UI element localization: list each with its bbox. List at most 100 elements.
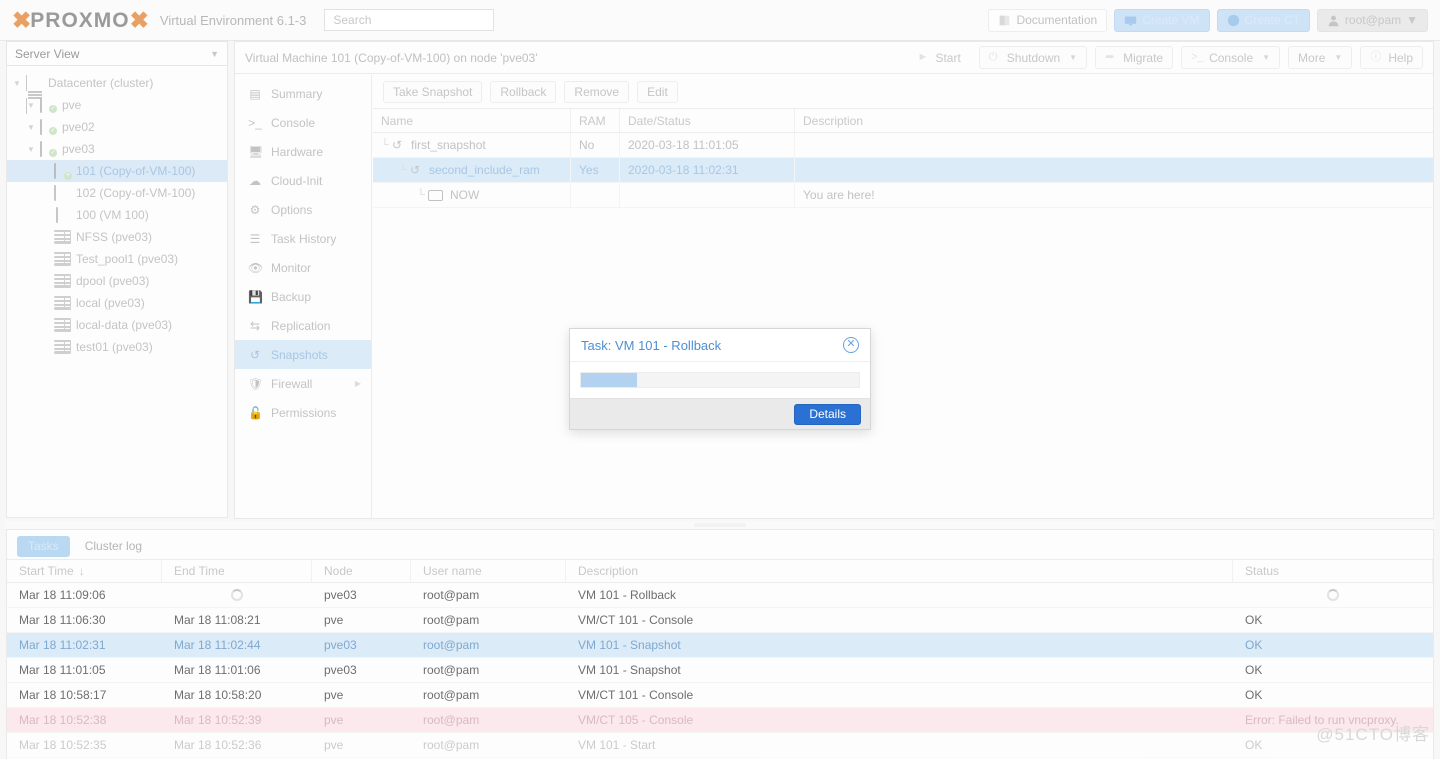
chevron-down-icon[interactable]: ▼ <box>1262 53 1270 62</box>
table-row[interactable]: Mar 18 11:02:31 Mar 18 11:02:44 pve03 root@… <box>7 633 1433 658</box>
nav-item-firewall[interactable]: 🛡 Firewall ▶ <box>235 369 371 398</box>
rollback-icon: ↺ <box>410 163 421 177</box>
column-header-ram[interactable]: RAM <box>571 109 620 132</box>
search-input[interactable]: Search <box>324 9 495 31</box>
column-header-date[interactable]: Date/Status <box>620 109 795 132</box>
create-ct-button[interactable]: Create CT <box>1216 8 1310 32</box>
nav-item-console[interactable]: >_ Console <box>235 108 371 137</box>
nav-item-snapshots[interactable]: ↺ Snapshots <box>235 340 371 369</box>
nav-item-hardware[interactable]: 🖥 Hardware <box>235 137 371 166</box>
documentation-label: Documentation <box>1016 13 1098 27</box>
documentation-button[interactable]: Documentation <box>988 8 1108 32</box>
details-button[interactable]: Details <box>794 403 861 425</box>
table-row[interactable]: Mar 18 10:58:17 Mar 18 10:58:20 pve root@pa… <box>7 683 1433 708</box>
task-start-time: Mar 18 11:06:30 <box>19 613 106 627</box>
splitter-grip[interactable] <box>694 523 746 527</box>
console-button[interactable]: >_ Console ▼ <box>1181 46 1281 69</box>
nav-item-monitor[interactable]: 👁 Monitor <box>235 253 371 282</box>
tree-item-test01-pve03[interactable]: test01 (pve03) <box>7 336 227 358</box>
summary-icon: ▤ <box>249 86 261 101</box>
user-menu-button[interactable]: root@pam ▼ <box>1316 8 1428 32</box>
nav-item-cloud-init[interactable]: ☁ Cloud-Init <box>235 166 371 195</box>
vm-template-icon <box>54 207 71 223</box>
panel-splitter[interactable] <box>6 521 1434 529</box>
column-header-start-time[interactable]: Start Time ↓ <box>7 560 162 582</box>
nav-item-label: Snapshots <box>271 347 328 362</box>
create-vm-button[interactable]: Create VM <box>1114 8 1210 32</box>
nav-item-task-history[interactable]: ☰ Task History <box>235 224 371 253</box>
table-row[interactable]: Mar 18 11:01:05 Mar 18 11:01:06 pve03 root@… <box>7 658 1433 683</box>
column-header-user-name[interactable]: User name <box>411 560 566 582</box>
table-row[interactable]: Mar 18 11:06:30 Mar 18 11:08:21 pve root@pa… <box>7 608 1433 633</box>
table-row[interactable]: Mar 18 11:09:06 pve03 root@pam VM 101 - Rol… <box>7 583 1433 608</box>
spinner-icon <box>1327 589 1339 601</box>
column-header-description[interactable]: Description <box>566 560 1233 582</box>
proxmox-app: ✖ PROXMO ✖ Virtual Environment 6.1-3 Sea… <box>0 0 1440 759</box>
tab-tasks[interactable]: Tasks <box>17 535 70 557</box>
tree-item-local-pve03[interactable]: local (pve03) <box>7 292 227 314</box>
task-start-time: Mar 18 11:09:06 <box>19 588 106 602</box>
tab-cluster-log[interactable]: Cluster log <box>74 536 153 557</box>
tree-item-dpool-pve03[interactable]: dpool (pve03) <box>7 270 227 292</box>
shutdown-label: Shutdown <box>1006 50 1061 65</box>
monitor-icon <box>1125 15 1137 25</box>
chevron-down-icon[interactable]: ▼ <box>1069 53 1077 62</box>
tree-item-nfss-pve03[interactable]: NFSS (pve03) <box>7 226 227 248</box>
tree-item-test-pool1-pve03[interactable]: Test_pool1 (pve03) <box>7 248 227 270</box>
tree-item-local-data-pve03[interactable]: local-data (pve03) <box>7 314 227 336</box>
start-button[interactable]: ► Start <box>907 46 970 69</box>
take-snapshot-button[interactable]: Take Snapshot <box>383 80 483 103</box>
tree-item-101-copy-of-vm-100[interactable]: +101 (Copy-of-VM-100) <box>7 160 227 182</box>
tree-item-label: dpool (pve03) <box>76 274 150 288</box>
edit-button[interactable]: Edit <box>637 80 678 103</box>
column-header-description[interactable]: Description <box>795 109 1433 132</box>
nav-item-options[interactable]: ⚙ Options <box>235 195 371 224</box>
migrate-button[interactable]: ➦ Migrate <box>1095 46 1174 69</box>
column-header-node[interactable]: Node <box>312 560 411 582</box>
power-icon: ⏻ <box>988 51 998 63</box>
tree-expander-icon[interactable]: ▼ <box>27 145 40 154</box>
more-button[interactable]: More ▼ <box>1288 46 1353 69</box>
tree-item-100-vm-100[interactable]: 100 (VM 100) <box>7 204 227 226</box>
nav-item-label: Replication <box>271 318 331 333</box>
nav-item-permissions[interactable]: 🔓 Permissions <box>235 398 371 427</box>
task-description: VM/CT 101 - Console <box>578 688 694 702</box>
tree-item-102-copy-of-vm-100[interactable]: 102 (Copy-of-VM-100) <box>7 182 227 204</box>
nav-item-summary[interactable]: ▤ Summary <box>235 79 371 108</box>
tree-expander-icon[interactable]: ▼ <box>27 101 40 110</box>
column-header-end-time[interactable]: End Time <box>162 560 312 582</box>
table-row[interactable]: Mar 18 10:52:38 Mar 18 10:52:39 pve root@pa… <box>7 708 1433 733</box>
start-label: Start <box>935 50 961 65</box>
play-icon: ► <box>917 51 929 63</box>
table-row[interactable]: Mar 18 10:52:35 Mar 18 10:52:36 pve root@pa… <box>7 733 1433 758</box>
tree-item-label: NFSS (pve03) <box>76 230 153 244</box>
server-view-selector[interactable]: Server View ▼ <box>6 41 228 66</box>
column-header-name[interactable]: Name <box>373 109 571 132</box>
tree-item-pve02[interactable]: ▼ ✓ pve02 <box>7 116 227 138</box>
snapshot-name-cell: └ ↺ second_include_ram <box>373 158 571 182</box>
nav-item-replication[interactable]: ⇆ Replication <box>235 311 371 340</box>
console-label: Console <box>1209 50 1254 65</box>
snapshot-row[interactable]: └ ↺ second_include_ram Yes 2020-03-18 11:02:… <box>373 158 1433 183</box>
column-header-status[interactable]: Status <box>1233 560 1433 582</box>
tree-item-pve[interactable]: ▼ ✓ pve <box>7 94 227 116</box>
remove-button[interactable]: Remove <box>564 80 630 103</box>
snapshot-row[interactable]: └ NOW You are here! <box>373 183 1433 208</box>
rollback-button[interactable]: Rollback <box>490 80 557 103</box>
tree-expander-icon[interactable]: ▼ <box>27 123 40 132</box>
close-icon[interactable]: ✕ <box>843 337 859 353</box>
task-description: VM/CT 101 - Console <box>578 613 694 627</box>
help-button[interactable]: ⓘ Help <box>1360 46 1423 69</box>
nav-item-backup[interactable]: 💾 Backup <box>235 282 371 311</box>
shutdown-button[interactable]: ⏻ Shutdown ▼ <box>978 46 1088 69</box>
node-icon: ✓ <box>40 141 57 157</box>
task-end-time: Mar 18 10:52:36 <box>174 738 262 752</box>
tree-expander-icon[interactable]: ▼ <box>13 79 26 88</box>
proxmox-logo[interactable]: ✖ PROXMO ✖ <box>12 8 149 32</box>
chevron-right-icon[interactable]: ▶ <box>355 379 361 388</box>
tree-item-datacenter-cluster[interactable]: ▼ Datacenter (cluster) <box>7 72 227 114</box>
chevron-down-icon[interactable]: ▼ <box>1334 53 1342 62</box>
snapshots-panel: Take Snapshot Rollback Remove Edit Name RAM… <box>373 75 1433 518</box>
snapshot-row[interactable]: └ ↺ first_snapshot No 2020-03-18 11:01:05 <box>373 133 1433 158</box>
tree-item-pve03[interactable]: ▼ ✓ pve03 <box>7 138 227 160</box>
